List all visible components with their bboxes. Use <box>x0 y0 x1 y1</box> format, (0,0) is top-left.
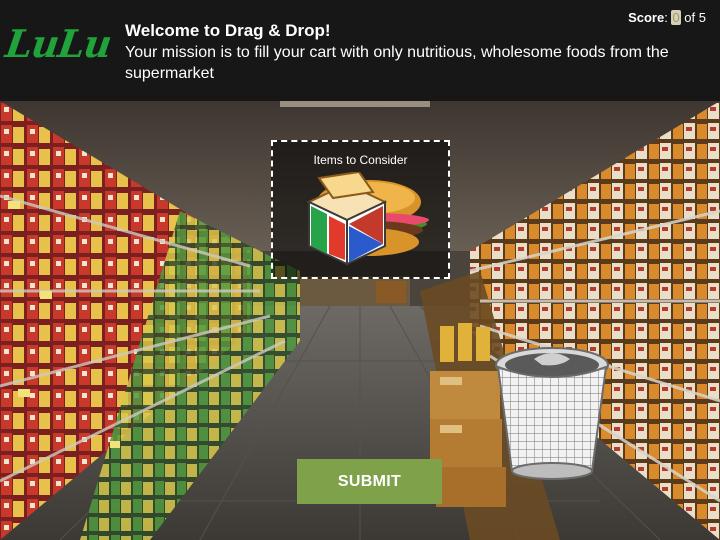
lulu-logo: LuLu <box>2 21 114 66</box>
page-title: Welcome to Drag & Drop! <box>125 21 331 40</box>
score-display: Score: 0 of 5 <box>628 10 706 25</box>
trash-bin-icon[interactable] <box>494 345 612 481</box>
food-item-icon[interactable] <box>289 170 437 272</box>
mission-text: Your mission is to fill your cart with o… <box>125 44 669 82</box>
header-bar: LuLu Welcome to Drag & Drop! Your missio… <box>0 0 720 101</box>
items-to-consider-dropzone[interactable]: Items to Consider <box>271 140 450 279</box>
score-current: 0 <box>671 10 681 25</box>
dropzone-label: Items to Consider <box>313 153 408 167</box>
submit-button[interactable]: SUBMIT <box>297 459 442 504</box>
score-total: 5 <box>698 10 706 25</box>
score-label: Score <box>628 10 665 25</box>
supermarket-aisle-background: Items to Consider SUBMIT <box>0 101 720 540</box>
score-separator: of <box>684 10 696 25</box>
